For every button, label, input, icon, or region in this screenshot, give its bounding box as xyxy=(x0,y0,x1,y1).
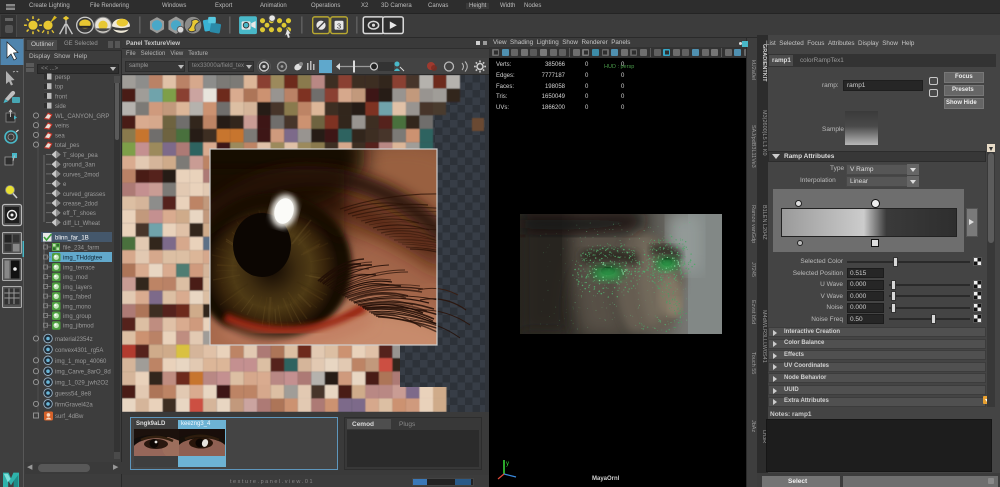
svg-text:front: front xyxy=(55,94,67,100)
svg-text:e: e xyxy=(63,182,67,188)
svg-text:guess54_8e8: guess54_8e8 xyxy=(55,392,92,398)
svg-text:img_jibmod: img_jibmod xyxy=(63,324,94,330)
svg-text:top: top xyxy=(55,85,64,91)
svg-text:firmGravel42a: firmGravel42a xyxy=(55,402,93,408)
svg-text:curved_grasses: curved_grasses xyxy=(63,192,105,198)
svg-text:y: y xyxy=(506,461,509,467)
svg-text:side: side xyxy=(55,104,67,110)
svg-text:crease_2dod: crease_2dod xyxy=(63,202,98,208)
svg-text:img_fabed: img_fabed xyxy=(63,295,91,301)
svg-text:diff_Lt_Wheat: diff_Lt_Wheat xyxy=(63,221,100,227)
svg-text:surf_4dBw: surf_4dBw xyxy=(55,414,84,420)
svg-text:img_mod: img_mod xyxy=(63,275,88,281)
svg-text:blinn_far_1B: blinn_far_1B xyxy=(55,236,89,242)
svg-text:img_Carve_8arO_8d: img_Carve_8arO_8d xyxy=(55,370,111,376)
svg-text:file_234_farm: file_234_farm xyxy=(63,246,99,252)
svg-text:img_group: img_group xyxy=(63,314,92,320)
svg-text:img_1_029_jwh2O2: img_1_029_jwh2O2 xyxy=(55,381,109,387)
svg-text:img_THddgtee: img_THddgtee xyxy=(63,256,103,262)
svg-text:WL_CANYON_GRP: WL_CANYON_GRP xyxy=(55,114,109,120)
svg-text:img_terrace: img_terrace xyxy=(63,266,95,272)
svg-text:T_slope_pea: T_slope_pea xyxy=(63,153,98,159)
svg-text:curves_2mod: curves_2mod xyxy=(63,172,99,178)
svg-text:material2354z: material2354z xyxy=(55,337,93,343)
svg-text:convex4301_rg5A: convex4301_rg5A xyxy=(55,348,103,354)
svg-text:total_pes: total_pes xyxy=(55,143,79,149)
svg-text:img_1_mop_40060: img_1_mop_40060 xyxy=(55,359,107,365)
svg-text:img_mono: img_mono xyxy=(63,304,92,310)
svg-text:sea: sea xyxy=(55,133,65,139)
svg-text:veins: veins xyxy=(55,124,69,130)
svg-text:img_layers: img_layers xyxy=(63,285,92,291)
svg-text:persp: persp xyxy=(55,75,71,81)
svg-text:ground_3an: ground_3an xyxy=(63,163,95,169)
svg-text:eff_T_shoes: eff_T_shoes xyxy=(63,211,96,217)
